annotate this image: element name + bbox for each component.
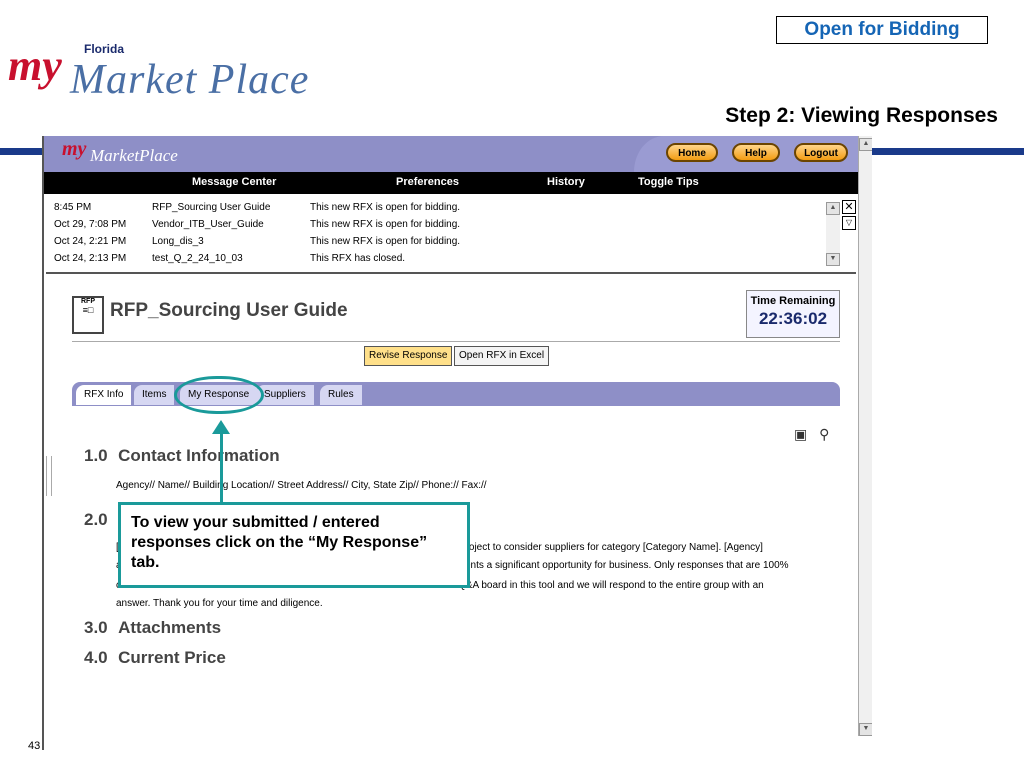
- nav-toggle-tips[interactable]: Toggle Tips: [638, 176, 699, 188]
- document-lines-icon: ≡□: [82, 305, 94, 315]
- section-number: 1.0: [84, 446, 108, 465]
- app-logo-my: my: [62, 138, 87, 160]
- section-title: Current Price: [118, 648, 226, 667]
- logo-market-place: Market Place: [70, 57, 310, 103]
- help-button[interactable]: Help: [732, 143, 780, 162]
- revise-response-button[interactable]: Revise Response: [364, 346, 453, 366]
- app-logo-market-place: MarketPlace: [90, 146, 178, 165]
- tab-rfx-info[interactable]: RFX Info: [76, 385, 132, 405]
- nav-preferences[interactable]: Preferences: [396, 176, 459, 188]
- message-time: Oct 24, 2:13 PM: [54, 253, 127, 264]
- section2-text-fragment: Q&A board in this tool and we will respo…: [458, 580, 764, 591]
- section-title: Contact Information: [118, 446, 280, 465]
- tab-suppliers[interactable]: Suppliers: [256, 385, 314, 405]
- message-text: This new RFX is open for bidding.: [310, 219, 461, 230]
- list-item[interactable]: Oct 29, 7:08 PM Vendor_ITB_User_Guide Th…: [46, 219, 816, 236]
- nav-message-center[interactable]: Message Center: [192, 176, 276, 188]
- section-number: 2.0: [84, 510, 108, 529]
- message-time: 8:45 PM: [54, 202, 92, 213]
- section-title: Attachments: [118, 618, 222, 637]
- highlight-circle: [174, 376, 264, 414]
- section2-text-fragment: answer. Thank you for your time and dili…: [116, 598, 323, 609]
- list-item[interactable]: Oct 24, 2:21 PM Long_dis_3 This new RFX …: [46, 236, 816, 253]
- scroll-up-icon[interactable]: ▲: [859, 138, 872, 151]
- toolbar-icons: ▣ ⚲: [794, 426, 829, 443]
- scroll-down-icon[interactable]: ▼: [826, 253, 840, 266]
- step-title: Step 2: Viewing Responses: [725, 104, 998, 127]
- message-text: This RFX has closed.: [310, 253, 406, 264]
- scroll-down-icon[interactable]: ▼: [859, 723, 872, 736]
- list-item[interactable]: Oct 24, 2:13 PM test_Q_2_24_10_03 This R…: [46, 253, 816, 270]
- section-1: 1.0 Contact Information: [84, 446, 280, 466]
- message-time: Oct 29, 7:08 PM: [54, 219, 127, 230]
- splitter-handle[interactable]: [46, 456, 52, 496]
- callout-line: [220, 432, 223, 510]
- tab-rules[interactable]: Rules: [320, 385, 362, 405]
- logout-button[interactable]: Logout: [794, 143, 848, 162]
- rfp-icon-label: RFP: [81, 298, 95, 305]
- search-icon[interactable]: ⚲: [819, 426, 829, 442]
- page-number: 43: [28, 740, 41, 752]
- section-2: 2.0 I: [84, 510, 123, 530]
- divider-bar-left: [0, 148, 44, 155]
- scroll-up-icon[interactable]: ▲: [826, 202, 840, 215]
- message-doc: test_Q_2_24_10_03: [152, 253, 243, 264]
- rfx-title: RFP_Sourcing User Guide: [110, 300, 348, 321]
- divider-bar-right: [870, 148, 1024, 155]
- page-scrollbar[interactable]: ▲ ▼: [858, 136, 872, 736]
- message-scrollbar[interactable]: ▲ ▼: [826, 202, 840, 266]
- home-button[interactable]: Home: [666, 143, 718, 162]
- section2-text-fragment: project to consider suppliers for catego…: [460, 542, 763, 553]
- nav-history[interactable]: History: [547, 176, 585, 188]
- time-remaining-box: Time Remaining 22:36:02: [746, 290, 840, 338]
- list-item[interactable]: 8:45 PM RFP_Sourcing User Guide This new…: [46, 202, 816, 219]
- logo-florida: Florida: [84, 42, 125, 56]
- message-center-list: 8:45 PM RFP_Sourcing User Guide This new…: [46, 194, 856, 274]
- section-3: 3.0 Attachments: [84, 618, 221, 638]
- contact-info-text: Agency// Name// Building Location// Stre…: [116, 480, 487, 491]
- tab-items[interactable]: Items: [134, 385, 175, 405]
- open-for-bidding-badge: Open for Bidding: [776, 16, 988, 44]
- open-rfx-in-excel-button[interactable]: Open RFX in Excel: [454, 346, 550, 366]
- app-header: my MarketPlace Home Help Logout: [44, 136, 872, 172]
- message-text: This new RFX is open for bidding.: [310, 202, 461, 213]
- browser-window: my MarketPlace Home Help Logout Message …: [42, 136, 872, 750]
- section2-text-fragment: sents a significant opportunity for busi…: [460, 560, 789, 571]
- rfp-document-icon: RFP ≡□: [72, 296, 104, 334]
- message-time: Oct 24, 2:21 PM: [54, 236, 127, 247]
- collapse-icon[interactable]: ▽: [842, 216, 856, 230]
- section-number: 4.0: [84, 648, 108, 667]
- message-doc: RFP_Sourcing User Guide: [152, 202, 271, 213]
- section-number: 3.0: [84, 618, 108, 637]
- nav-bar: Message Center Preferences History Toggl…: [44, 172, 858, 194]
- message-doc: Vendor_ITB_User_Guide: [152, 219, 264, 230]
- message-text: This new RFX is open for bidding.: [310, 236, 461, 247]
- time-remaining-value: 22:36:02: [758, 309, 828, 328]
- time-remaining-label: Time Remaining: [750, 295, 836, 307]
- callout-box: To view your submitted / entered respons…: [118, 502, 470, 588]
- message-doc: Long_dis_3: [152, 236, 204, 247]
- section-4: 4.0 Current Price: [84, 648, 226, 668]
- export-icon[interactable]: ▣: [794, 426, 807, 442]
- title-divider: [72, 341, 840, 342]
- logo-my: my: [8, 41, 62, 90]
- close-icon[interactable]: ✕: [842, 200, 856, 214]
